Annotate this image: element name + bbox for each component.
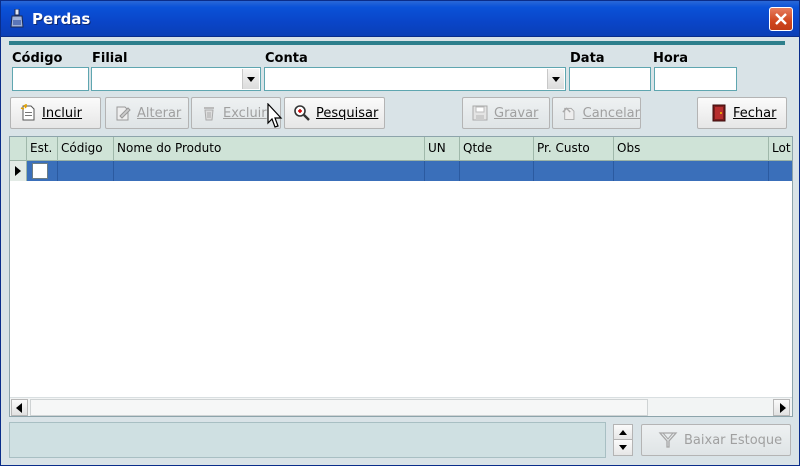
cell-nome-produto[interactable] xyxy=(114,161,425,181)
conta-select[interactable] xyxy=(264,67,566,91)
search-icon xyxy=(294,105,310,121)
est-checkbox[interactable] xyxy=(32,163,48,179)
hora-input[interactable] xyxy=(654,67,737,91)
column-un[interactable]: UN xyxy=(425,137,460,161)
conta-label: Conta xyxy=(265,51,308,66)
filial-label: Filial xyxy=(92,51,128,66)
gravar-label: Gravar xyxy=(494,105,539,121)
title-bar[interactable]: Perdas xyxy=(1,1,799,37)
scroll-left-icon[interactable] xyxy=(11,399,28,416)
products-grid[interactable]: Est. Código Nome do Produto UN Qtde Pr. … xyxy=(9,136,793,417)
gravar-button[interactable]: Gravar xyxy=(462,97,550,129)
exit-door-icon xyxy=(712,104,726,122)
excluir-label: Excluir xyxy=(223,105,267,121)
app-icon xyxy=(10,9,24,28)
fechar-label: Fechar xyxy=(733,105,777,121)
alterar-button[interactable]: Alterar xyxy=(105,97,189,129)
cell-codigo[interactable] xyxy=(58,161,114,181)
cell-qtde[interactable] xyxy=(460,161,534,181)
horizontal-scrollbar[interactable] xyxy=(10,397,792,416)
mouse-cursor-icon xyxy=(267,103,283,128)
edit-document-icon xyxy=(116,106,131,121)
codigo-label: Código xyxy=(12,51,63,66)
hora-label: Hora xyxy=(653,51,688,66)
column-obs[interactable]: Obs xyxy=(614,137,769,161)
header-divider xyxy=(9,41,785,45)
data-label: Data xyxy=(570,51,605,66)
cell-pr-custo[interactable] xyxy=(534,161,614,181)
scroll-right-icon[interactable] xyxy=(773,399,790,416)
fechar-button[interactable]: Fechar xyxy=(697,97,787,129)
scrollbar-thumb[interactable] xyxy=(30,399,648,416)
filial-select[interactable] xyxy=(91,67,261,91)
close-icon xyxy=(775,13,787,25)
new-document-icon xyxy=(20,104,35,121)
cell-obs[interactable] xyxy=(614,161,769,181)
row-indicator-icon xyxy=(10,161,27,181)
cell-un[interactable] xyxy=(425,161,460,181)
close-button[interactable] xyxy=(769,7,793,31)
filter-icon xyxy=(658,432,678,448)
cancel-icon xyxy=(562,107,575,120)
column-qtde[interactable]: Qtde xyxy=(460,137,534,161)
alterar-label: Alterar xyxy=(137,105,182,121)
baixar-estoque-button[interactable]: Baixar Estoque xyxy=(641,424,791,456)
column-est[interactable]: Est. xyxy=(27,137,58,161)
spin-control[interactable] xyxy=(613,424,633,456)
indicator-header xyxy=(10,137,27,161)
window-title: Perdas xyxy=(32,10,91,28)
cancelar-button[interactable]: Cancelar xyxy=(552,97,641,129)
data-input[interactable] xyxy=(569,67,651,91)
column-nome-produto[interactable]: Nome do Produto xyxy=(114,137,425,161)
incluir-label: Incluir xyxy=(42,105,83,121)
spin-down-icon[interactable] xyxy=(614,440,632,455)
spin-up-icon[interactable] xyxy=(614,425,632,440)
save-icon xyxy=(472,105,488,121)
cancelar-label: Cancelar xyxy=(582,105,640,121)
status-panel xyxy=(9,422,606,458)
chevron-down-icon[interactable] xyxy=(242,69,259,89)
grid-header: Est. Código Nome do Produto UN Qtde Pr. … xyxy=(10,137,792,161)
chevron-down-icon[interactable] xyxy=(547,69,564,89)
incluir-button[interactable]: Incluir xyxy=(10,97,101,129)
pesquisar-button[interactable]: Pesquisar xyxy=(284,97,385,129)
trash-icon xyxy=(204,107,214,121)
baixar-estoque-label: Baixar Estoque xyxy=(684,432,783,448)
perdas-window: Perdas Código Filial Conta Data Hora Inc… xyxy=(0,0,800,466)
pesquisar-label: Pesquisar xyxy=(316,105,379,121)
codigo-input[interactable] xyxy=(12,67,89,91)
column-lote[interactable]: Lot xyxy=(769,137,792,161)
table-row[interactable] xyxy=(10,161,792,181)
column-pr-custo[interactable]: Pr. Custo xyxy=(534,137,614,161)
column-codigo[interactable]: Código xyxy=(58,137,114,161)
